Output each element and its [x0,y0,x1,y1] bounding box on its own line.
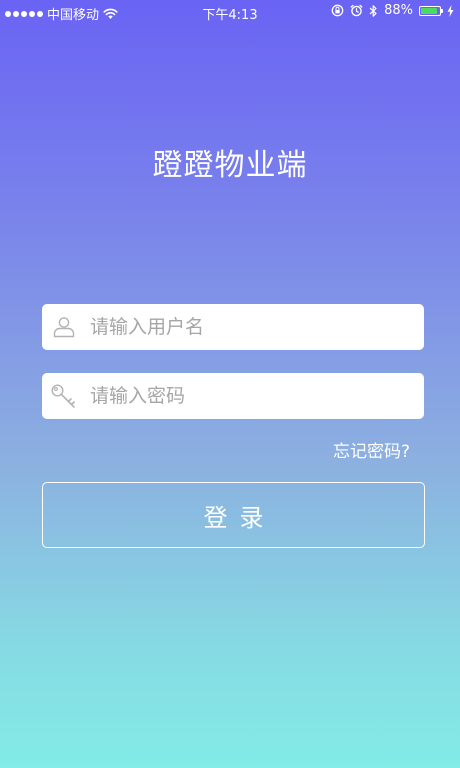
key-icon [42,383,86,409]
signal-strength-icon [5,10,43,17]
status-left: 中国移动 [5,4,118,23]
carrier-label: 中国移动 [47,8,100,23]
password-input[interactable] [86,373,424,419]
battery-icon [419,5,443,16]
orientation-lock-icon [331,4,344,17]
username-input[interactable] [86,304,424,350]
bluetooth-icon [369,4,377,17]
login-screen: 中国移动 下午4:13 88% 蹬蹬物业端 请输入用户名 忘记密码? 登录 [0,0,460,768]
status-right: 88% [331,3,454,18]
battery-percent: 88% [384,3,413,18]
wifi-icon [103,8,118,19]
user-icon [42,315,86,339]
login-button[interactable]: 登录 [42,482,425,548]
username-field[interactable] [42,304,424,350]
status-bar: 中国移动 下午4:13 88% [0,0,460,24]
app-title: 蹬蹬物业端 [152,148,308,183]
charging-bolt-icon [447,4,454,17]
alarm-clock-icon [350,4,363,17]
battery-level-fill [421,7,437,14]
forgot-password-link[interactable]: 忘记密码? [333,437,410,462]
password-field[interactable] [42,373,424,419]
